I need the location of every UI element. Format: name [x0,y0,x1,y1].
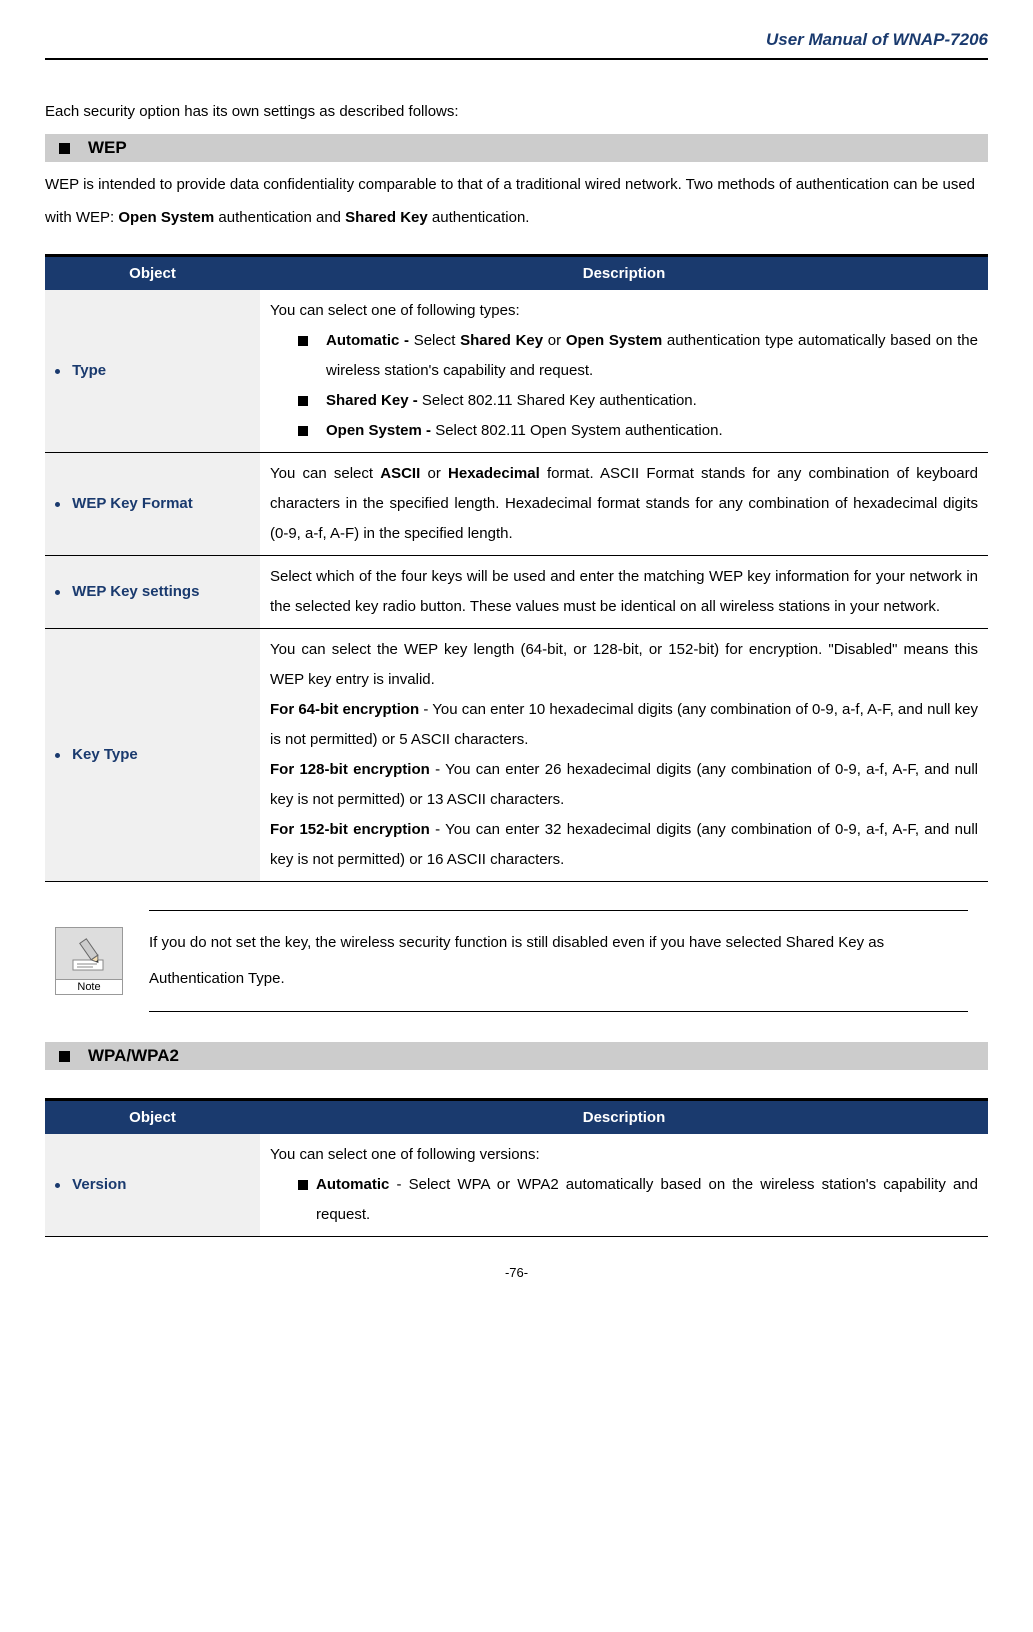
desc-intro: You can select one of following types: [270,296,978,326]
item-text: Select 802.11 Open System authentication… [435,422,722,439]
pencil-icon [69,928,109,979]
table-header-row: Object Description [45,1100,988,1135]
desc-text: or [420,465,448,482]
table-row-wepkeysettings: WEP Key settings Select which of the fou… [45,556,988,629]
square-bullet-icon [59,1051,70,1062]
table-row-type: Type You can select one of following typ… [45,290,988,453]
square-bullet-icon [59,143,70,154]
bullet-icon [55,1183,60,1188]
description-cell: You can select one of following versions… [260,1134,988,1237]
item-bold: Shared Key [460,332,543,349]
item-text: or [543,332,566,349]
section-heading-wep: WEP [45,134,988,162]
wep-desc-bold: Open System [118,209,214,226]
object-label: Version [72,1176,126,1193]
desc-bold: For 152-bit encryption [270,821,430,838]
table-row-wepkeyformat: WEP Key Format You can select ASCII or H… [45,453,988,556]
object-label: WEP Key settings [72,583,199,600]
note-box: Note If you do not set the key, the wire… [55,910,968,1012]
table-header-row: Object Description [45,256,988,291]
wep-table: Object Description Type You can select o… [45,254,988,882]
description-cell: Select which of the four keys will be us… [260,556,988,629]
table-header-description: Description [260,256,988,291]
page-header: User Manual of WNAP-7206 [45,30,988,60]
wep-description: WEP is intended to provide data confiden… [45,168,988,234]
table-header-description: Description [260,1100,988,1135]
object-cell: Key Type [45,629,260,882]
item-bold: Automatic [316,1176,389,1193]
bullet-icon [55,369,60,374]
desc-intro: You can select one of following versions… [270,1140,978,1170]
intro-text: Each security option has its own setting… [45,100,988,124]
table-row-keytype: Key Type You can select the WEP key leng… [45,629,988,882]
desc-bold: Hexadecimal [448,465,540,482]
description-cell: You can select one of following types: A… [260,290,988,453]
desc-para: For 152-bit encryption - You can enter 3… [270,815,978,875]
wep-desc-part: authentication. [428,209,530,226]
description-cell: You can select the WEP key length (64-bi… [260,629,988,882]
desc-text: You can select [270,465,380,482]
item-bold: Open System - [326,422,435,439]
table-header-object: Object [45,256,260,291]
list-item: Open System - Select 802.11 Open System … [298,416,978,446]
note-text: If you do not set the key, the wireless … [149,910,968,1012]
item-text: - Select WPA or WPA2 automatically based… [316,1176,978,1223]
desc-para: For 128-bit encryption - You can enter 2… [270,755,978,815]
object-label: WEP Key Format [72,495,193,512]
item-bold: Automatic - [326,332,409,349]
section-heading-label: WEP [88,138,127,158]
type-options-list: Automatic - Select Shared Key or Open Sy… [270,326,978,446]
object-cell: WEP Key Format [45,453,260,556]
wpa-table: Object Description Version You can selec… [45,1098,988,1237]
desc-para: You can select the WEP key length (64-bi… [270,635,978,695]
wep-desc-part: authentication and [214,209,345,226]
bullet-icon [55,502,60,507]
section-heading-wpa: WPA/WPA2 [45,1042,988,1070]
item-bold: Shared Key - [326,392,422,409]
section-heading-label: WPA/WPA2 [88,1046,179,1066]
object-label: Key Type [72,746,138,763]
note-label: Note [56,979,122,994]
desc-bold: For 128-bit encryption [270,761,430,778]
list-item: Automatic - Select Shared Key or Open Sy… [298,326,978,386]
object-cell: Version [45,1134,260,1237]
description-cell: You can select ASCII or Hexadecimal form… [260,453,988,556]
version-options-list: Automatic - Select WPA or WPA2 automatic… [270,1170,978,1230]
table-row-version: Version You can select one of following … [45,1134,988,1237]
desc-bold: For 64-bit encryption [270,701,419,718]
item-text: Select 802.11 Shared Key authentication. [422,392,697,409]
item-bold: Open System [566,332,662,349]
bullet-icon [55,590,60,595]
desc-para: For 64-bit encryption - You can enter 10… [270,695,978,755]
wep-desc-bold: Shared Key [345,209,428,226]
object-label: Type [72,362,106,379]
item-text: Select [409,332,460,349]
page-number: -76- [45,1265,988,1280]
object-cell: WEP Key settings [45,556,260,629]
bullet-icon [55,753,60,758]
list-item: Automatic - Select WPA or WPA2 automatic… [298,1170,978,1230]
note-icon: Note [55,927,123,995]
object-cell: Type [45,290,260,453]
list-item: Shared Key - Select 802.11 Shared Key au… [298,386,978,416]
table-header-object: Object [45,1100,260,1135]
desc-bold: ASCII [380,465,420,482]
